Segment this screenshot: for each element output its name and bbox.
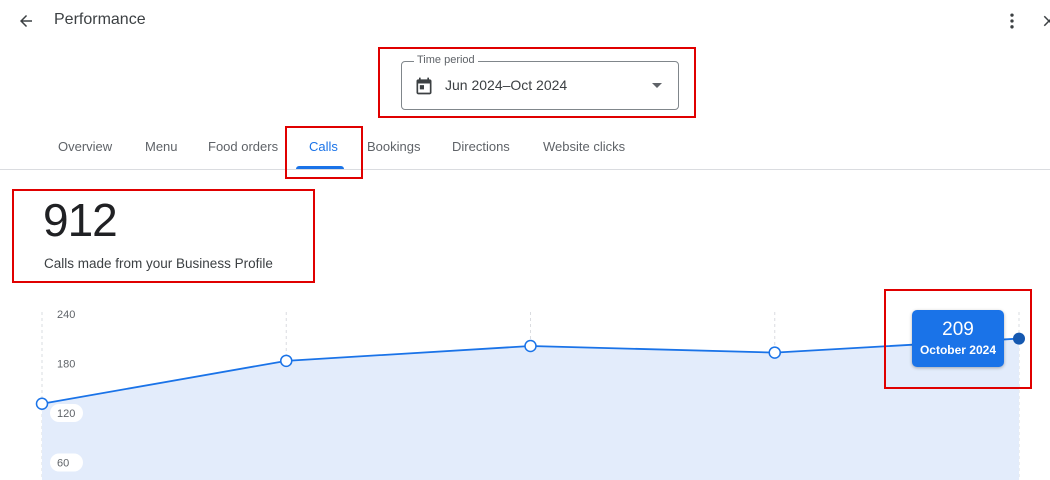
tab-directions[interactable]: Directions: [452, 139, 510, 154]
data-point: [768, 346, 781, 359]
data-point: [1013, 332, 1025, 345]
time-period-value: Jun 2024–Oct 2024: [445, 77, 568, 93]
more-vert-icon: [1010, 13, 1014, 29]
dropdown-arrow-icon: [652, 83, 662, 88]
arrow-back-icon: [20, 15, 32, 27]
back-button[interactable]: [14, 9, 38, 33]
calls-total-value: 912: [43, 194, 118, 246]
chart-area-fill: [42, 338, 1019, 480]
data-point: [524, 339, 537, 353]
close-button[interactable]: [1040, 9, 1050, 33]
time-period-select[interactable]: Time period Jun 2024–Oct 2024: [401, 54, 679, 110]
tooltip-value: 209: [942, 319, 974, 340]
calendar-icon: [416, 77, 432, 95]
y-tick-label: 120: [57, 408, 75, 420]
tab-bookings[interactable]: Bookings: [367, 139, 420, 154]
tab-website-clicks[interactable]: Website clicks: [543, 139, 625, 154]
tab-menu[interactable]: Menu: [145, 139, 178, 154]
metric-tabs: Overview Menu Food orders Calls Bookings…: [0, 125, 1050, 170]
chart-tooltip: 209 October 2024: [912, 310, 1004, 367]
tab-calls[interactable]: Calls: [309, 139, 338, 154]
data-point: [280, 354, 293, 368]
tooltip-label: October 2024: [919, 343, 997, 357]
y-tick-label: 180: [57, 359, 75, 371]
tab-overview[interactable]: Overview: [58, 139, 112, 154]
top-app-bar: Performance: [0, 0, 1050, 42]
data-point: [35, 397, 49, 410]
y-tick-label: 240: [57, 309, 75, 321]
page-title: Performance: [54, 11, 146, 28]
tab-food-orders[interactable]: Food orders: [208, 139, 278, 154]
calls-total-label: Calls made from your Business Profile: [44, 256, 273, 271]
time-period-label: Time period: [414, 54, 478, 66]
calls-line-chart: 240 180 120 60: [35, 305, 1025, 480]
more-options-button[interactable]: [1000, 9, 1024, 33]
active-tab-indicator: [296, 166, 344, 169]
close-icon: [1043, 15, 1050, 27]
y-tick-label: 60: [57, 458, 69, 470]
